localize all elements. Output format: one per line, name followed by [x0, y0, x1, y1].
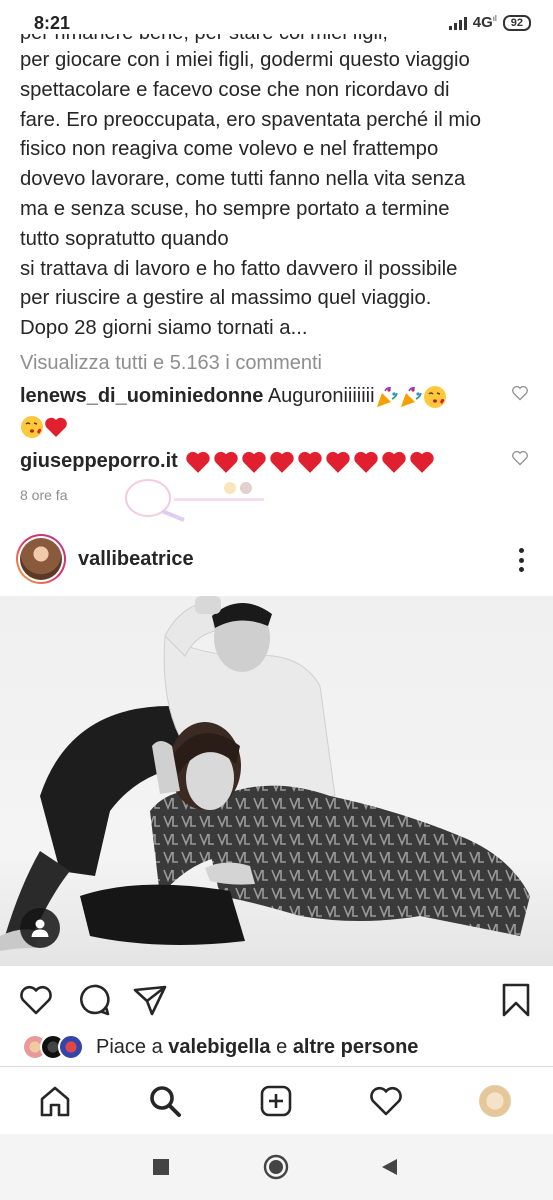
comment-username[interactable]: lenews_di_uominiedonne: [20, 385, 263, 407]
comment: giuseppeporro.it: [20, 446, 500, 476]
likes-row: Piace a valebigella e altre persone: [22, 1030, 418, 1064]
home-button-icon[interactable]: [263, 1154, 289, 1180]
post-image[interactable]: [0, 596, 553, 966]
comment-hearts: [183, 450, 435, 473]
caption-line: per riuscire a gestire al massimo quel v…: [20, 287, 432, 310]
tagged-users-icon[interactable]: [20, 908, 60, 948]
watermark-logo: [125, 479, 264, 522]
caption-line: tutto sopratutto quando: [20, 227, 229, 250]
red-heart-emoji: [270, 451, 295, 473]
party-popper-emoji: [376, 386, 398, 407]
red-heart-emoji: [354, 451, 379, 473]
bottom-nav: [0, 1066, 553, 1134]
comment-like-icon[interactable]: [511, 385, 529, 401]
post-caption: per giocare con i miei figli, godermi qu…: [20, 46, 540, 344]
red-heart-emoji: [214, 451, 239, 473]
red-heart-emoji: [382, 451, 407, 473]
search-icon[interactable]: [147, 1083, 183, 1119]
party-popper-emoji: [400, 386, 422, 407]
status-time: 8:21: [34, 13, 71, 33]
caption-line: fisico non reagiva come volevo e nel fra…: [20, 138, 439, 161]
red-heart-emoji: [298, 451, 323, 473]
caption-line: Dopo 28 giorni siamo tornati a...: [20, 317, 308, 340]
red-heart-emoji: [186, 451, 211, 473]
caption-partial-line: per rimanere bene, per stare coi miei fi…: [20, 34, 388, 45]
caption-clipped-line: per rimanere bene, per stare coi miei fi…: [0, 34, 553, 46]
comment-timestamp: 8 ore fa: [20, 487, 68, 503]
save-icon[interactable]: [498, 982, 534, 1018]
red-heart-emoji: [326, 451, 351, 473]
caption-line: si trattava di lavoro e ho fatto davvero…: [20, 257, 458, 280]
red-heart-emoji: [242, 451, 267, 473]
comment: lenews_di_uominiedonne Auguroniiiiiii: [20, 381, 500, 441]
signal-icon: [448, 16, 467, 30]
profile-avatar[interactable]: [479, 1085, 511, 1117]
comment-icon[interactable]: [76, 982, 112, 1018]
post-username[interactable]: vallibeatrice: [78, 548, 194, 571]
status-indicators: 4Gıl 92: [448, 14, 531, 31]
view-all-comments-link[interactable]: Visualizza tutti e 5.163 i commenti: [20, 352, 322, 375]
caption-line: dovevo lavorare, come tutti fanno nella …: [20, 168, 466, 191]
share-icon[interactable]: [132, 982, 168, 1018]
back-icon[interactable]: [380, 1158, 398, 1176]
likes-text[interactable]: Piace a valebigella e altre persone: [96, 1036, 418, 1059]
red-heart-emoji: [410, 451, 435, 473]
activity-heart-icon[interactable]: [368, 1083, 404, 1119]
caption-line: fare. Ero preoccupata, ero spaventata pe…: [20, 108, 482, 131]
caption-line: per giocare con i miei figli, godermi qu…: [20, 49, 470, 71]
post-header: vallibeatrice: [0, 530, 553, 594]
comment-username[interactable]: giuseppeporro.it: [20, 450, 178, 472]
kiss-face-emoji: [21, 415, 43, 438]
liker-avatar: [58, 1034, 84, 1060]
battery-icon: 92: [502, 14, 531, 31]
like-icon[interactable]: [18, 982, 54, 1018]
story-avatar[interactable]: [16, 534, 66, 584]
android-nav-bar: [0, 1134, 553, 1200]
comment-text: Auguroniiiiiii: [267, 385, 375, 407]
red-heart-emoji: [45, 417, 67, 437]
new-post-icon[interactable]: [258, 1083, 294, 1119]
caption-line: spettacolare e facevo cose che non ricor…: [20, 78, 450, 101]
home-icon[interactable]: [37, 1083, 73, 1119]
comment-like-icon[interactable]: [511, 450, 529, 466]
caption-line: ma e senza scuse, ho sempre portato a te…: [20, 197, 450, 220]
more-options-icon[interactable]: [517, 548, 525, 572]
post-actions: [0, 978, 553, 1022]
kiss-face-emoji: [423, 385, 446, 408]
recents-icon[interactable]: [152, 1158, 170, 1176]
network-type: 4Gıl: [472, 14, 497, 31]
